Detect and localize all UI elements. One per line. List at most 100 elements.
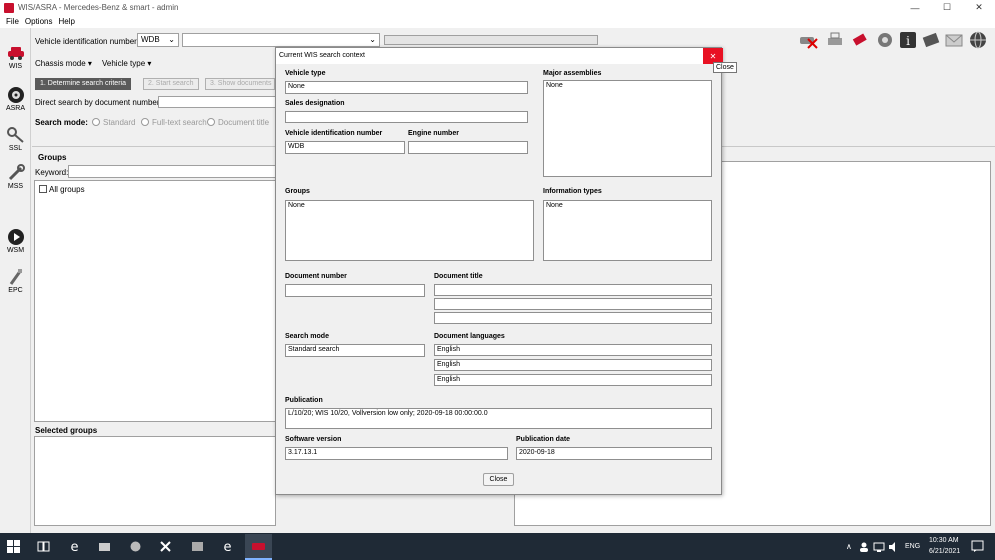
windows-start-icon[interactable] <box>6 539 21 554</box>
engine-number-label: Engine number <box>408 130 459 137</box>
vin-label: Vehicle identification number <box>35 37 137 46</box>
dialog-title: Current WIS search context <box>276 48 721 64</box>
groups-label: Groups <box>285 188 310 195</box>
sales-designation-field <box>285 111 528 123</box>
sidebar-item-wsm[interactable]: WSM <box>0 228 31 254</box>
major-assemblies-label: Major assemblies <box>543 70 602 77</box>
notification-icon[interactable] <box>971 540 984 553</box>
progress-bar <box>384 35 598 45</box>
close-tooltip: Close <box>713 62 737 73</box>
sidebar-item-epc[interactable]: EPC <box>0 268 31 294</box>
info-icon[interactable]: i <box>898 31 918 49</box>
svg-text:i: i <box>906 34 910 48</box>
menu-file[interactable]: File <box>6 17 19 26</box>
selected-groups-panel <box>34 436 276 526</box>
tray-chevron-icon[interactable]: ∧ <box>846 542 852 551</box>
sidebar-item-mss[interactable]: MSS <box>0 164 31 190</box>
step-start-search[interactable]: 2. Start search <box>143 78 199 90</box>
sidebar-item-asra[interactable]: ASRA <box>0 86 31 112</box>
key-icon <box>6 127 24 143</box>
vin-prefix-value: WDB <box>141 35 160 44</box>
checkbox-icon <box>39 185 47 193</box>
people-icon[interactable] <box>858 541 870 553</box>
print-icon[interactable] <box>825 31 845 49</box>
caret-down-icon: ▾ <box>87 59 92 68</box>
car-icon <box>7 47 24 60</box>
document-language-field: English <box>434 344 712 356</box>
information-types-field: None <box>543 200 712 261</box>
sidebar-label-wis: WIS <box>8 63 23 70</box>
taskbar-wis-active[interactable] <box>245 534 272 560</box>
radio-document-title[interactable]: Document title <box>207 118 269 127</box>
vin-input[interactable]: ⌄ <box>182 33 380 47</box>
radio-circle <box>207 118 215 126</box>
eraser-icon[interactable] <box>850 31 870 49</box>
sidebar-label-asra: ASRA <box>5 105 26 112</box>
minimize-button[interactable]: — <box>899 0 931 15</box>
vin-label: Vehicle identification number <box>285 130 383 137</box>
module-sidebar: WIS ASRA SSL MSS WSM EPC <box>0 28 31 533</box>
menu-options[interactable]: Options <box>25 17 53 26</box>
document-languages-label: Document languages <box>434 333 505 340</box>
book-icon[interactable] <box>921 31 941 49</box>
wrench-icon <box>8 164 25 181</box>
xentry-app-icon[interactable] <box>128 539 143 554</box>
edge-legacy-icon[interactable]: e <box>67 539 82 554</box>
major-assemblies-field: None <box>543 80 712 177</box>
publication-date-field: 2020-09-18 <box>516 447 712 460</box>
sales-designation-label: Sales designation <box>285 100 345 107</box>
tools-app-icon[interactable] <box>158 539 173 554</box>
document-number-label: Document number <box>285 273 347 280</box>
keyword-label: Keyword: <box>35 168 69 177</box>
app-logo-icon <box>4 2 14 13</box>
spark-plug-icon <box>9 269 22 285</box>
radio-full-text[interactable]: Full-text search <box>141 118 207 127</box>
vehicle-type-label: Vehicle type <box>285 70 326 77</box>
sidebar-item-wis[interactable]: WIS <box>0 44 31 70</box>
title-bar: WIS/ASRA - Mercedes-Benz & smart - admin… <box>0 0 995 15</box>
wis-app-icon <box>252 543 265 550</box>
document-title-field <box>434 298 712 310</box>
direct-search-label: Direct search by document number: <box>35 98 162 107</box>
language-indicator[interactable]: ENG <box>905 543 920 550</box>
radio-full-text-label: Full-text search <box>152 118 207 127</box>
software-version-field: 3.17.13.1 <box>285 447 508 460</box>
radio-circle <box>92 118 100 126</box>
close-button[interactable]: Close <box>483 473 514 486</box>
sidebar-item-ssl[interactable]: SSL <box>0 126 31 152</box>
search-context-dialog: Current WIS search context ✕ Vehicle typ… <box>275 47 723 495</box>
diagnosis-app-icon[interactable] <box>97 539 112 554</box>
tree-item-all-groups[interactable]: All groups <box>39 185 85 194</box>
terminal-app-icon[interactable] <box>190 539 205 554</box>
task-view-icon[interactable] <box>36 539 51 554</box>
chevron-down-icon: ⌄ <box>369 35 376 44</box>
mail-icon[interactable] <box>944 31 964 49</box>
clock-date[interactable]: 6/21/2021 <box>929 548 960 555</box>
vehicle-type-menu[interactable]: Vehicle type ▾ <box>102 59 151 68</box>
step-show-documents[interactable]: 3. Show documents <box>205 78 275 90</box>
maximize-button[interactable]: ☐ <box>931 0 963 15</box>
menu-help[interactable]: Help <box>58 17 74 26</box>
menu-bar: File Options Help <box>0 15 995 28</box>
clock-time[interactable]: 10:30 AM <box>929 537 959 544</box>
internet-explorer-icon[interactable]: e <box>220 539 235 554</box>
network-icon[interactable] <box>873 541 885 553</box>
document-title-field <box>434 312 712 324</box>
window-close-button[interactable]: ✕ <box>963 0 995 15</box>
sidebar-label-wsm: WSM <box>6 247 25 254</box>
chassis-mode-menu[interactable]: Chassis mode ▾ <box>35 59 92 68</box>
vin-prefix-select[interactable]: WDB ⌄ <box>137 33 179 47</box>
search-mode-field: Standard search <box>285 344 425 357</box>
step-determine-criteria[interactable]: 1. Determine search criteria <box>35 78 131 90</box>
svg-text:e: e <box>71 540 79 554</box>
keyword-input[interactable] <box>68 165 276 178</box>
software-version-label: Software version <box>285 436 342 443</box>
settings-icon[interactable] <box>875 31 895 49</box>
clear-vehicle-icon[interactable] <box>798 31 818 49</box>
globe-icon[interactable] <box>968 31 988 49</box>
radio-standard[interactable]: Standard <box>92 118 135 127</box>
volume-icon[interactable] <box>888 541 900 553</box>
publication-date-label: Publication date <box>516 436 571 443</box>
tree-item-label: All groups <box>49 185 85 194</box>
direct-search-input[interactable] <box>158 96 276 108</box>
